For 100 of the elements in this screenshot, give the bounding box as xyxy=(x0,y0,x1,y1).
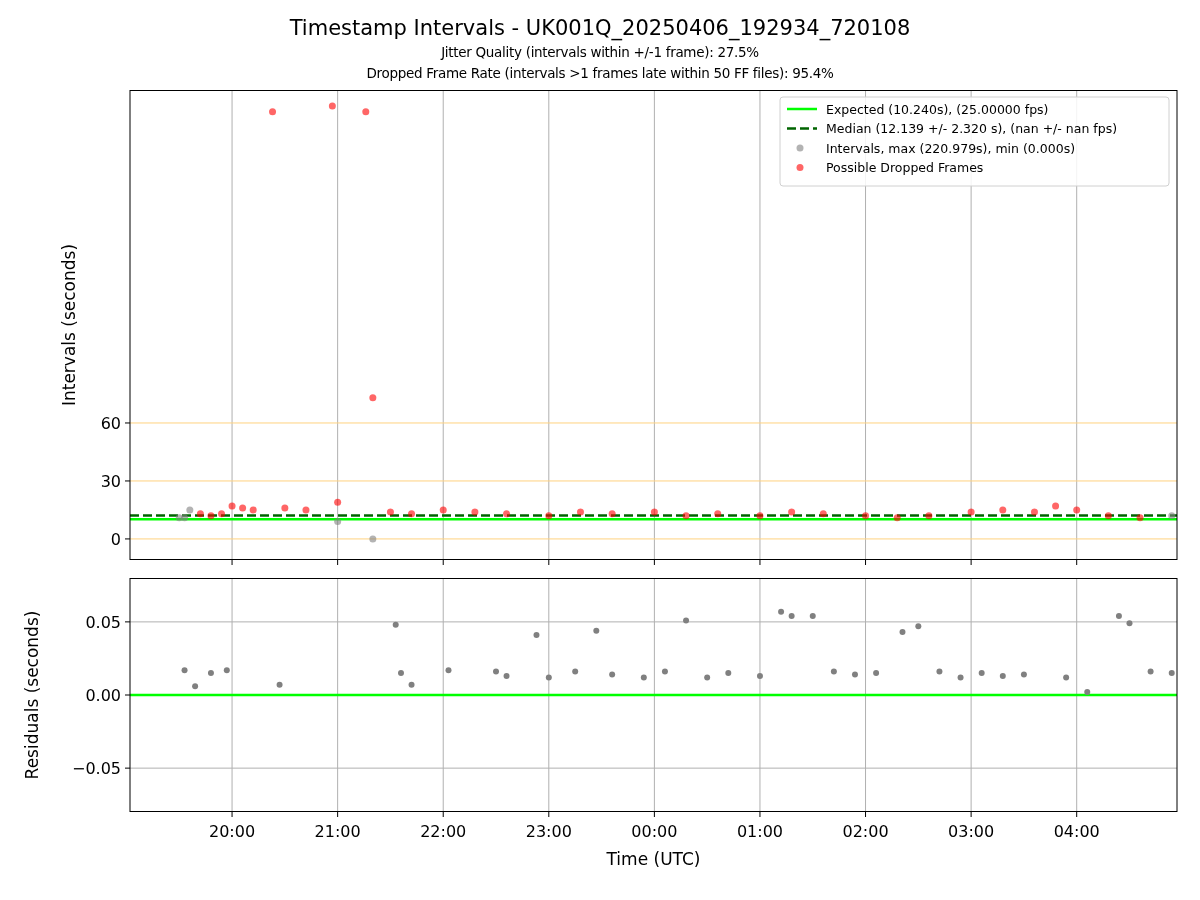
data-point xyxy=(609,671,616,678)
data-point xyxy=(915,623,922,630)
data-point xyxy=(1020,671,1027,678)
data-point xyxy=(873,670,880,677)
x-tick-label: 01:00 xyxy=(736,822,783,841)
data-point xyxy=(1104,512,1112,520)
data-point xyxy=(957,674,964,681)
data-point xyxy=(809,613,816,620)
data-point xyxy=(192,683,199,690)
data-point xyxy=(334,518,342,526)
data-point xyxy=(398,670,404,677)
y-tick-label: 0.05 xyxy=(85,612,121,632)
data-point xyxy=(207,670,214,677)
data-point xyxy=(862,512,870,520)
data-point xyxy=(493,668,499,675)
data-point xyxy=(1052,502,1060,510)
legend-label: Expected (10.240s), (25.00000 fps) xyxy=(826,101,1049,117)
x-tick-label: 22:00 xyxy=(420,822,467,841)
data-point xyxy=(302,506,310,514)
data-point xyxy=(545,674,552,681)
data-point xyxy=(925,512,933,520)
data-point xyxy=(362,108,370,116)
data-point xyxy=(978,670,985,677)
data-point xyxy=(704,674,711,681)
data-point xyxy=(682,512,690,520)
legend-label: Intervals, max (220.979s), min (0.000s) xyxy=(826,140,1076,156)
data-point xyxy=(471,508,479,516)
data-point xyxy=(276,681,283,688)
data-point xyxy=(893,514,901,522)
legend-label: Median (12.139 +/- 2.320 s), (nan +/- nan fps) xyxy=(826,121,1117,136)
data-point xyxy=(1073,506,1081,514)
data-point xyxy=(369,535,377,543)
data-point xyxy=(1063,674,1070,681)
data-point xyxy=(661,668,668,675)
y-tick-label: 30 xyxy=(100,471,121,491)
x-tick-label: 21:00 xyxy=(314,822,361,841)
data-point xyxy=(1168,512,1176,520)
figure-subtitle: Jitter Quality (intervals within +/-1 frame): 27.5% xyxy=(441,43,759,62)
data-point xyxy=(218,510,225,518)
line-icon xyxy=(787,107,817,111)
data-point xyxy=(207,512,215,520)
data-point xyxy=(788,613,795,620)
data-point xyxy=(503,673,510,679)
x-tick-label: 02:00 xyxy=(842,822,889,841)
data-point xyxy=(1030,508,1038,516)
data-point xyxy=(408,681,415,688)
data-point xyxy=(608,510,616,518)
data-point xyxy=(392,621,399,628)
data-point xyxy=(196,510,204,518)
y-tick-label: −0.05 xyxy=(71,759,121,779)
data-point xyxy=(756,673,763,679)
dot-icon xyxy=(796,164,804,171)
data-point xyxy=(1136,514,1144,522)
data-point xyxy=(650,508,658,516)
x-axis-title: Time (UTC) xyxy=(606,849,701,869)
data-point xyxy=(228,502,236,510)
data-point xyxy=(439,506,447,514)
data-point xyxy=(1115,613,1122,620)
data-point xyxy=(830,668,837,675)
data-point xyxy=(533,632,540,639)
data-point xyxy=(788,508,796,516)
data-point xyxy=(999,673,1006,679)
data-point xyxy=(181,667,188,674)
x-tick-label: 00:00 xyxy=(631,822,678,841)
data-point xyxy=(269,108,277,116)
data-point xyxy=(1147,668,1154,675)
data-point xyxy=(503,510,511,518)
data-point xyxy=(778,608,785,615)
data-point xyxy=(756,512,764,520)
y-tick-label: 0 xyxy=(110,529,121,549)
y-tick-label: 0.00 xyxy=(85,686,121,705)
data-point xyxy=(1084,689,1091,696)
x-tick-label: 20:00 xyxy=(209,822,256,841)
data-point xyxy=(936,668,943,675)
x-tick-label: 03:00 xyxy=(948,822,995,841)
x-tick-label: 23:00 xyxy=(525,822,572,841)
data-point xyxy=(714,510,722,518)
legend-label: Possible Dropped Frames xyxy=(826,160,984,175)
data-point xyxy=(249,506,257,514)
data-point xyxy=(281,504,289,512)
data-point xyxy=(445,667,452,674)
data-point xyxy=(239,504,247,512)
figure-subtitle: Dropped Frame Rate (intervals >1 frames late within 50 FF files): 95.4% xyxy=(366,64,834,83)
data-point xyxy=(328,102,336,110)
data-point xyxy=(386,508,394,516)
data-point xyxy=(640,674,647,681)
y-axis-title: Intervals (seconds) xyxy=(59,243,79,407)
data-point xyxy=(334,498,342,506)
data-point xyxy=(852,671,858,678)
data-point xyxy=(1126,620,1133,627)
figure-title: Timestamp Intervals - UK001Q_20250406_192934_720108 xyxy=(289,15,911,42)
data-point xyxy=(576,508,584,516)
data-point xyxy=(967,508,975,516)
data-point xyxy=(593,627,600,634)
data-point xyxy=(1168,670,1175,677)
x-tick-label: 04:00 xyxy=(1053,822,1100,841)
y-tick-label: 60 xyxy=(100,414,121,433)
data-point xyxy=(899,629,906,636)
data-point xyxy=(683,617,690,624)
dot-icon xyxy=(796,144,804,152)
